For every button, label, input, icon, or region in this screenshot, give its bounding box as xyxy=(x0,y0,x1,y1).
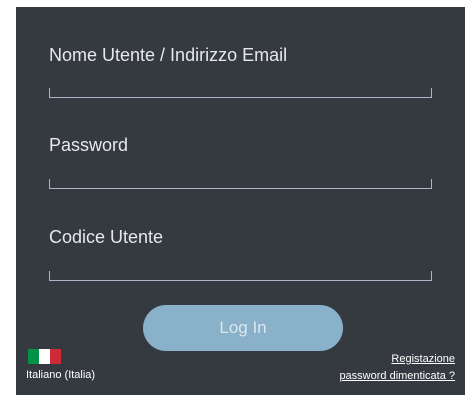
flag-stripe-red xyxy=(50,349,61,364)
user-code-input-right-edge xyxy=(431,271,432,280)
login-panel: Nome Utente / Indirizzo Email Password C… xyxy=(16,7,465,395)
user-code-field: Codice Utente xyxy=(49,227,432,281)
password-input[interactable] xyxy=(49,178,432,189)
password-input-right-edge xyxy=(431,179,432,188)
username-label: Nome Utente / Indirizzo Email xyxy=(49,45,288,65)
user-code-input-left-edge xyxy=(49,271,50,280)
language-selector[interactable]: Italiano (Italia) xyxy=(26,349,95,381)
forgot-password-link[interactable]: password dimenticata ? xyxy=(339,368,455,385)
flag-stripe-white xyxy=(39,349,50,364)
password-label: Password xyxy=(49,135,129,155)
italy-flag-icon xyxy=(28,349,61,364)
username-input[interactable] xyxy=(49,87,432,98)
account-links: Registazione password dimenticata ? xyxy=(339,351,455,385)
user-code-input[interactable] xyxy=(49,270,432,281)
username-field: Nome Utente / Indirizzo Email xyxy=(49,45,432,98)
user-code-label: Codice Utente xyxy=(49,227,164,247)
password-field: Password xyxy=(49,135,432,189)
language-label: Italiano (Italia) xyxy=(26,369,96,381)
register-link[interactable]: Registazione xyxy=(339,351,455,368)
username-input-left-edge xyxy=(49,88,50,97)
login-button[interactable]: Log In xyxy=(143,305,343,351)
flag-stripe-green xyxy=(28,349,39,364)
password-input-left-edge xyxy=(49,179,50,188)
username-input-right-edge xyxy=(431,88,432,97)
